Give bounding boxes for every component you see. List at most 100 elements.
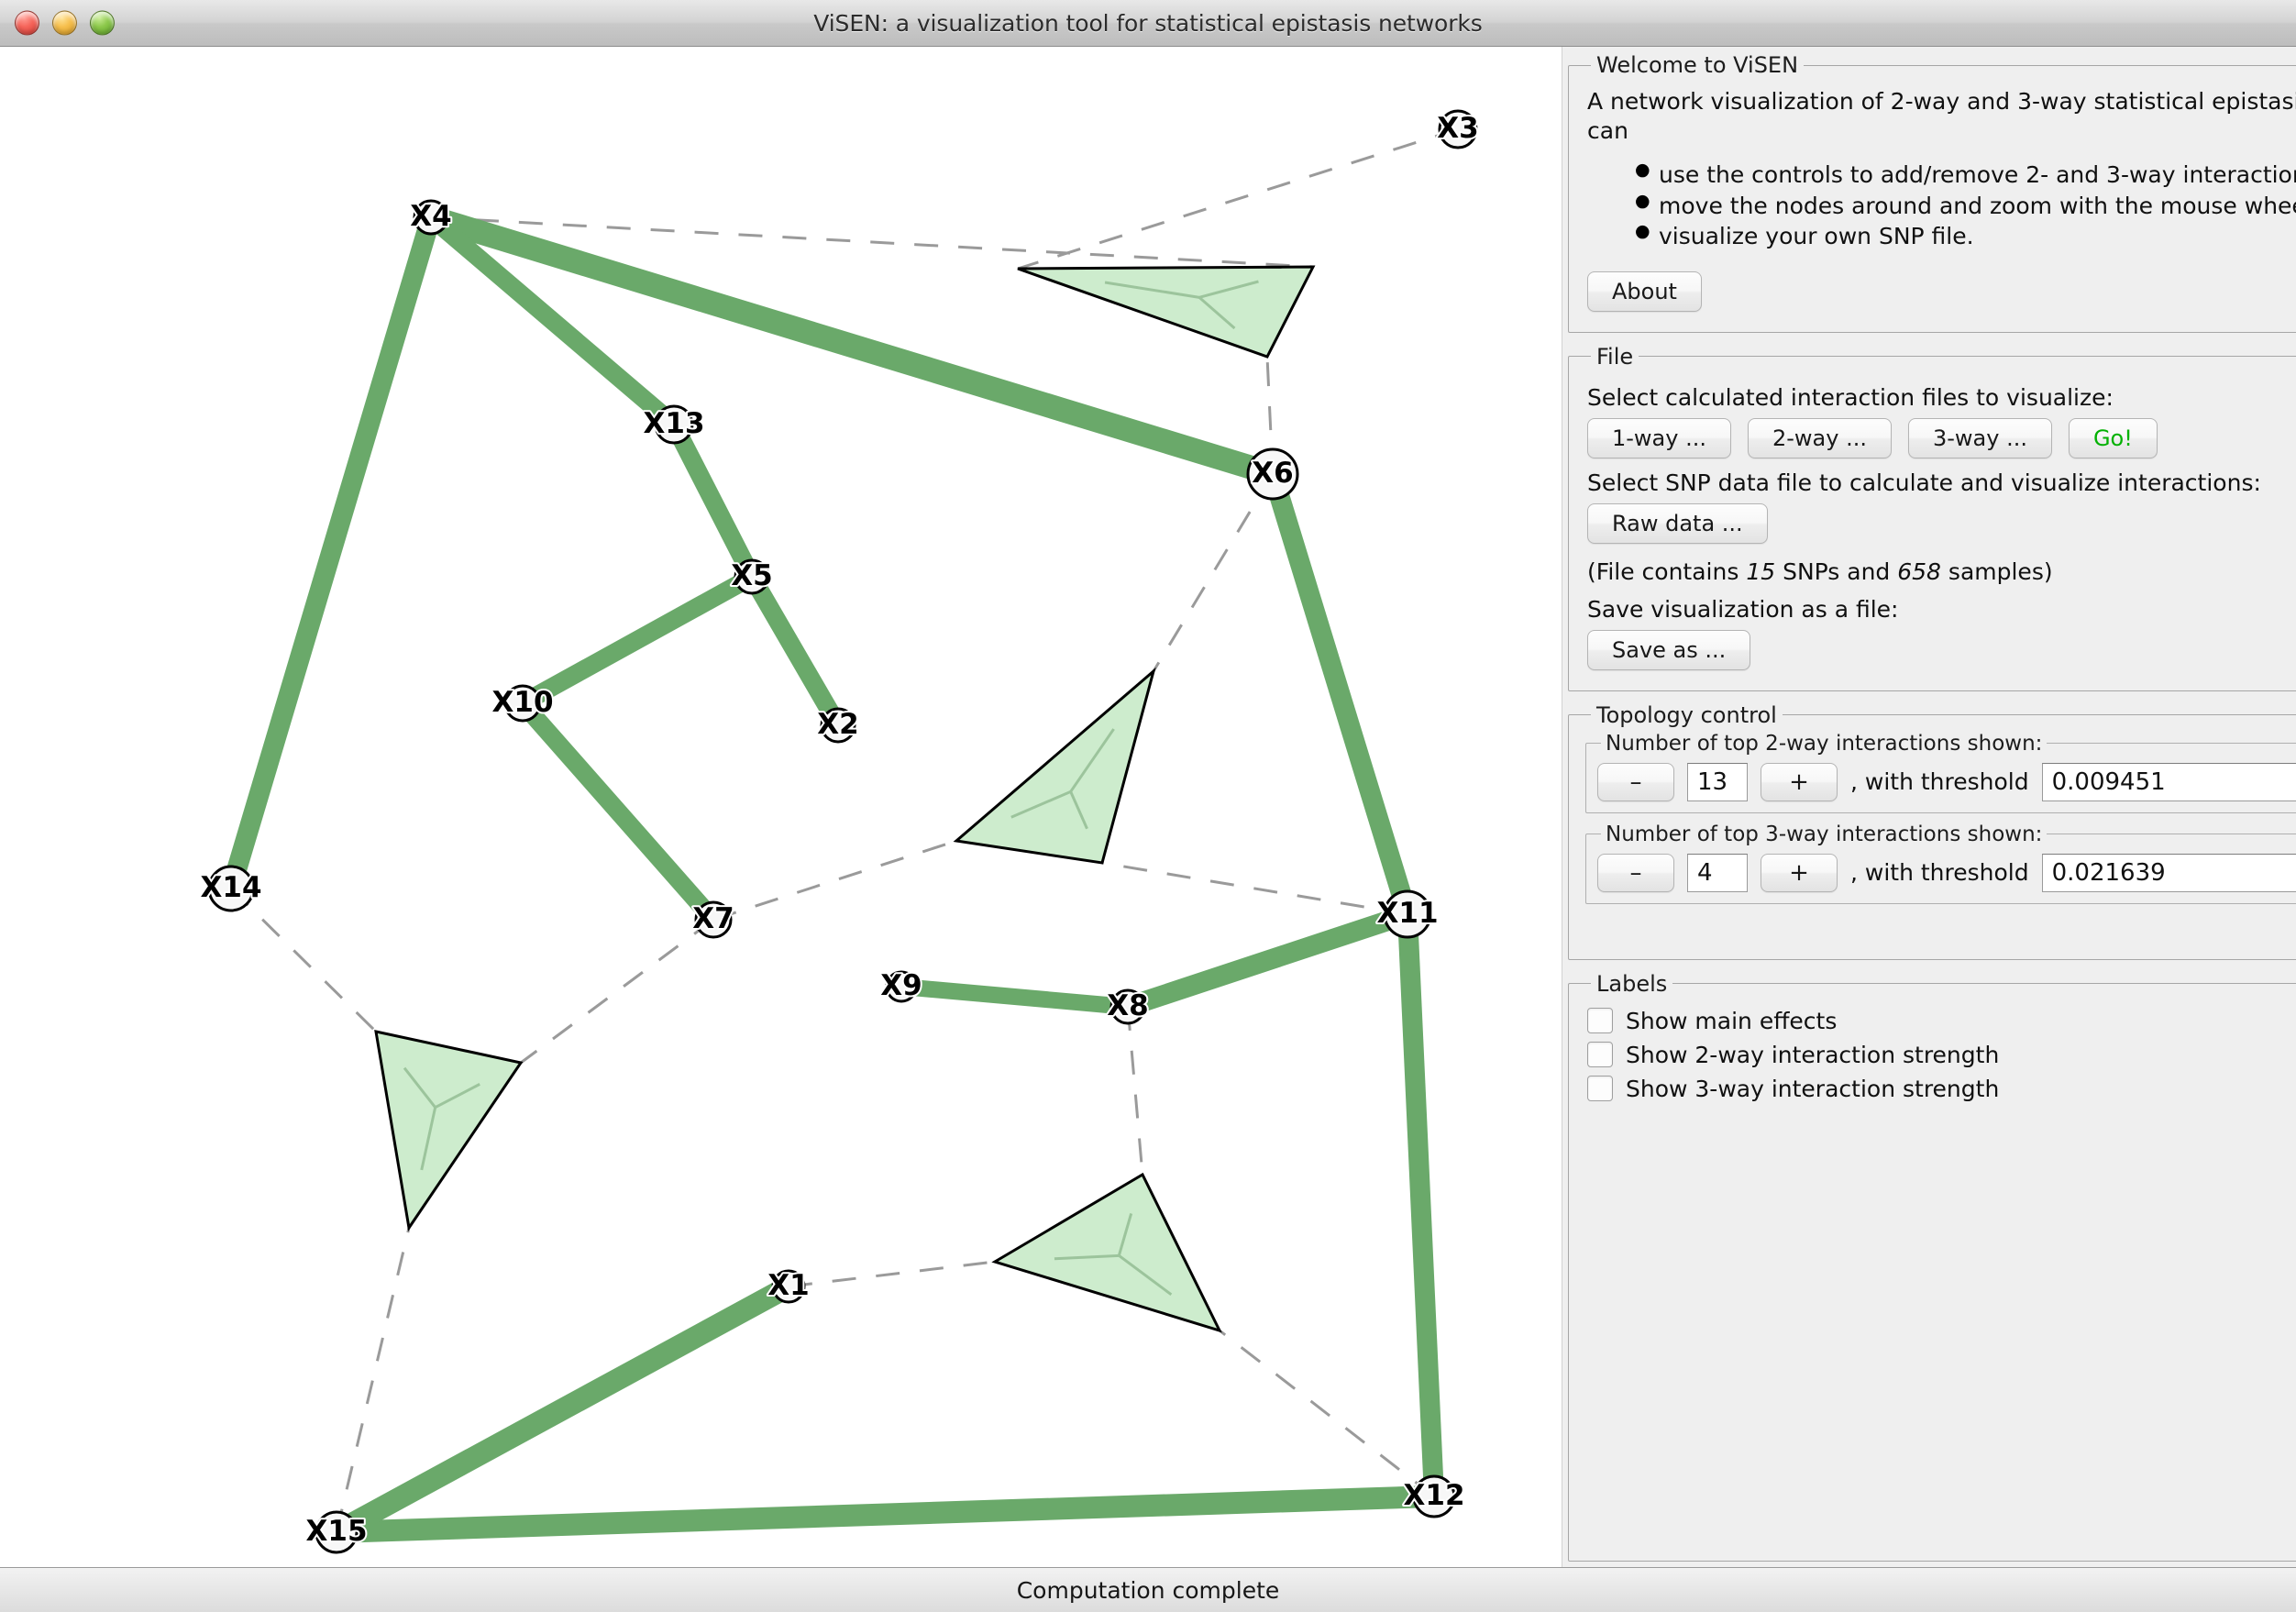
graph-node-label: X6: [1252, 457, 1293, 490]
two-way-edge[interactable]: [331, 1276, 794, 1542]
graph-node-label: X9: [880, 969, 922, 1002]
two-way-edge[interactable]: [1397, 913, 1444, 1497]
file-legend: File: [1596, 343, 1634, 370]
control-sidebar: Welcome to ViSEN A network visualization…: [1562, 47, 2296, 1567]
graph-node-label: X10: [491, 686, 553, 719]
two-way-decrement-button[interactable]: –: [1597, 762, 1674, 801]
main-content: X3 X4 X13 X6 X5 X10 X2 X14 X11 X7 X9 X8 X1 X12 X15 Wel…: [0, 47, 2296, 1567]
three-way-count-input[interactable]: [1687, 853, 1748, 892]
show-main-effects-row[interactable]: Show main effects: [1587, 1008, 2296, 1034]
three-way-decrement-button[interactable]: –: [1597, 853, 1674, 892]
minimize-button[interactable]: [52, 10, 77, 36]
two-way-stepper-row: – + , with threshold: [1597, 762, 2296, 801]
two-way-edge[interactable]: [518, 569, 756, 712]
go-button[interactable]: Go!: [2068, 417, 2158, 458]
show-3way-strength-row[interactable]: Show 3-way interaction strength: [1587, 1076, 2296, 1102]
labels-legend: Labels: [1596, 970, 1668, 997]
three-way-triangle-layer: [374, 265, 1316, 1333]
two-way-count-legend: Number of top 2-way interactions shown:: [1606, 731, 2043, 756]
welcome-legend: Welcome to ViSEN: [1596, 52, 1799, 78]
two-way-edge[interactable]: [515, 697, 721, 926]
select-snp-file-label: Select SNP data file to calculate and vi…: [1587, 469, 2261, 496]
three-way-triangle[interactable]: [953, 667, 1156, 865]
two-way-threshold-input[interactable]: [2041, 762, 2296, 801]
file-contains-mid: SNPs and: [1783, 558, 1891, 585]
graph-node-label: X2: [817, 708, 858, 741]
three-way-triangle[interactable]: [374, 1030, 524, 1231]
show-2way-strength-label: Show 2-way interaction strength: [1626, 1041, 2000, 1068]
welcome-paragraph: A network visualization of 2-way and 3-w…: [1587, 88, 2296, 144]
title-bar: ViSEN: a visualization tool for statisti…: [0, 0, 2296, 47]
window-controls: [15, 10, 115, 36]
two-way-count-input[interactable]: [1687, 762, 1748, 801]
save-as-button[interactable]: Save as ...: [1587, 629, 1751, 670]
three-way-button[interactable]: 3-way ...: [1907, 417, 2052, 458]
labels-group: Labels Show main effects Show 2-way inte…: [1568, 970, 2296, 1562]
snp-count: 15: [1746, 558, 1776, 585]
three-way-count-legend: Number of top 3-way interactions shown:: [1606, 822, 2043, 846]
two-way-edge[interactable]: [336, 1485, 1435, 1543]
graph-node-label: X1: [767, 1269, 809, 1302]
three-way-threshold-label: , with threshold: [1850, 859, 2029, 886]
two-way-edge[interactable]: [1263, 470, 1418, 918]
two-way-button[interactable]: 2-way ...: [1747, 417, 1892, 458]
file-group: File Select calculated interaction files…: [1568, 343, 2296, 691]
two-way-edge[interactable]: [427, 205, 1276, 486]
list-item: use the controls to add/remove 2- and 3-…: [1635, 160, 2296, 190]
zoom-button[interactable]: [90, 10, 115, 36]
two-way-threshold-label: , with threshold: [1850, 768, 2029, 795]
graph-node-label: X15: [305, 1515, 367, 1548]
graph-node-label: X11: [1376, 897, 1438, 930]
show-2way-strength-checkbox[interactable]: [1587, 1042, 1613, 1067]
two-way-edge[interactable]: [1124, 904, 1411, 1017]
file-contains-suffix: samples): [1948, 558, 2053, 585]
raw-data-button[interactable]: Raw data ...: [1587, 502, 1768, 544]
save-as-row: Save as ...: [1587, 629, 2296, 670]
three-way-increment-button[interactable]: +: [1761, 853, 1838, 892]
welcome-bullet-list: use the controls to add/remove 2- and 3-…: [1585, 160, 2296, 251]
show-2way-strength-row[interactable]: Show 2-way interaction strength: [1587, 1042, 2296, 1068]
hyperedge-dashed-link: [788, 1260, 996, 1288]
graph-node-label: X4: [410, 200, 451, 233]
two-way-increment-button[interactable]: +: [1761, 762, 1838, 801]
hyperedge-dashed-link: [1017, 127, 1459, 271]
select-interaction-files-label: Select calculated interaction files to v…: [1587, 383, 2114, 411]
one-way-button[interactable]: 1-way ...: [1587, 417, 1731, 458]
about-button[interactable]: About: [1587, 271, 1702, 312]
two-way-edge[interactable]: [900, 978, 1129, 1015]
welcome-group: Welcome to ViSEN A network visualization…: [1568, 52, 2296, 333]
window-title: ViSEN: a visualization tool for statisti…: [813, 9, 1483, 37]
show-3way-strength-checkbox[interactable]: [1587, 1076, 1613, 1101]
list-item: move the nodes around and zoom with the …: [1635, 191, 2296, 221]
hyperedge-dashed-link: [1101, 861, 1408, 916]
graph-node-label: X8: [1107, 989, 1148, 1022]
two-way-edge[interactable]: [221, 214, 441, 892]
sample-count: 658: [1897, 558, 1941, 585]
raw-data-row: Raw data ...: [1587, 502, 2296, 544]
three-way-triangle[interactable]: [1017, 265, 1316, 359]
network-canvas[interactable]: X3 X4 X13 X6 X5 X10 X2 X14 X11 X7 X9 X8 X1 X12 X15: [0, 47, 1562, 1567]
file-contains-note: (File contains 15 SNPs and 658 samples): [1587, 558, 2296, 585]
two-way-edge[interactable]: [666, 420, 760, 581]
show-main-effects-label: Show main effects: [1626, 1007, 1838, 1034]
three-way-stepper-row: – + , with threshold: [1597, 853, 2296, 892]
two-way-edge[interactable]: [744, 571, 846, 731]
epistasis-network-svg[interactable]: X3 X4 X13 X6 X5 X10 X2 X14 X11 X7 X9 X8 X1 X12 X15: [0, 47, 1562, 1567]
graph-node-label: X12: [1403, 1479, 1464, 1512]
save-visualization-label: Save visualization as a file:: [1587, 595, 1899, 623]
close-button[interactable]: [15, 10, 39, 36]
two-way-count-group: Number of top 2-way interactions shown: …: [1585, 731, 2296, 813]
hyperedge-dashed-link: [229, 887, 378, 1033]
topology-legend: Topology control: [1596, 701, 1777, 728]
three-way-triangle[interactable]: [991, 1172, 1222, 1333]
app-window: ViSEN: a visualization tool for statisti…: [0, 0, 2296, 1612]
hyperedge-dashed-link: [520, 918, 714, 1065]
graph-node-label: X14: [200, 871, 261, 904]
graph-node-label: X7: [692, 902, 734, 935]
file-contains-prefix: (File contains: [1587, 558, 1739, 585]
show-3way-strength-label: Show 3-way interaction strength: [1626, 1075, 2000, 1102]
hyperedge-dashed-link: [1126, 1006, 1144, 1176]
graph-node-label: X13: [643, 407, 704, 440]
show-main-effects-checkbox[interactable]: [1587, 1008, 1613, 1033]
three-way-threshold-input[interactable]: [2041, 853, 2296, 892]
